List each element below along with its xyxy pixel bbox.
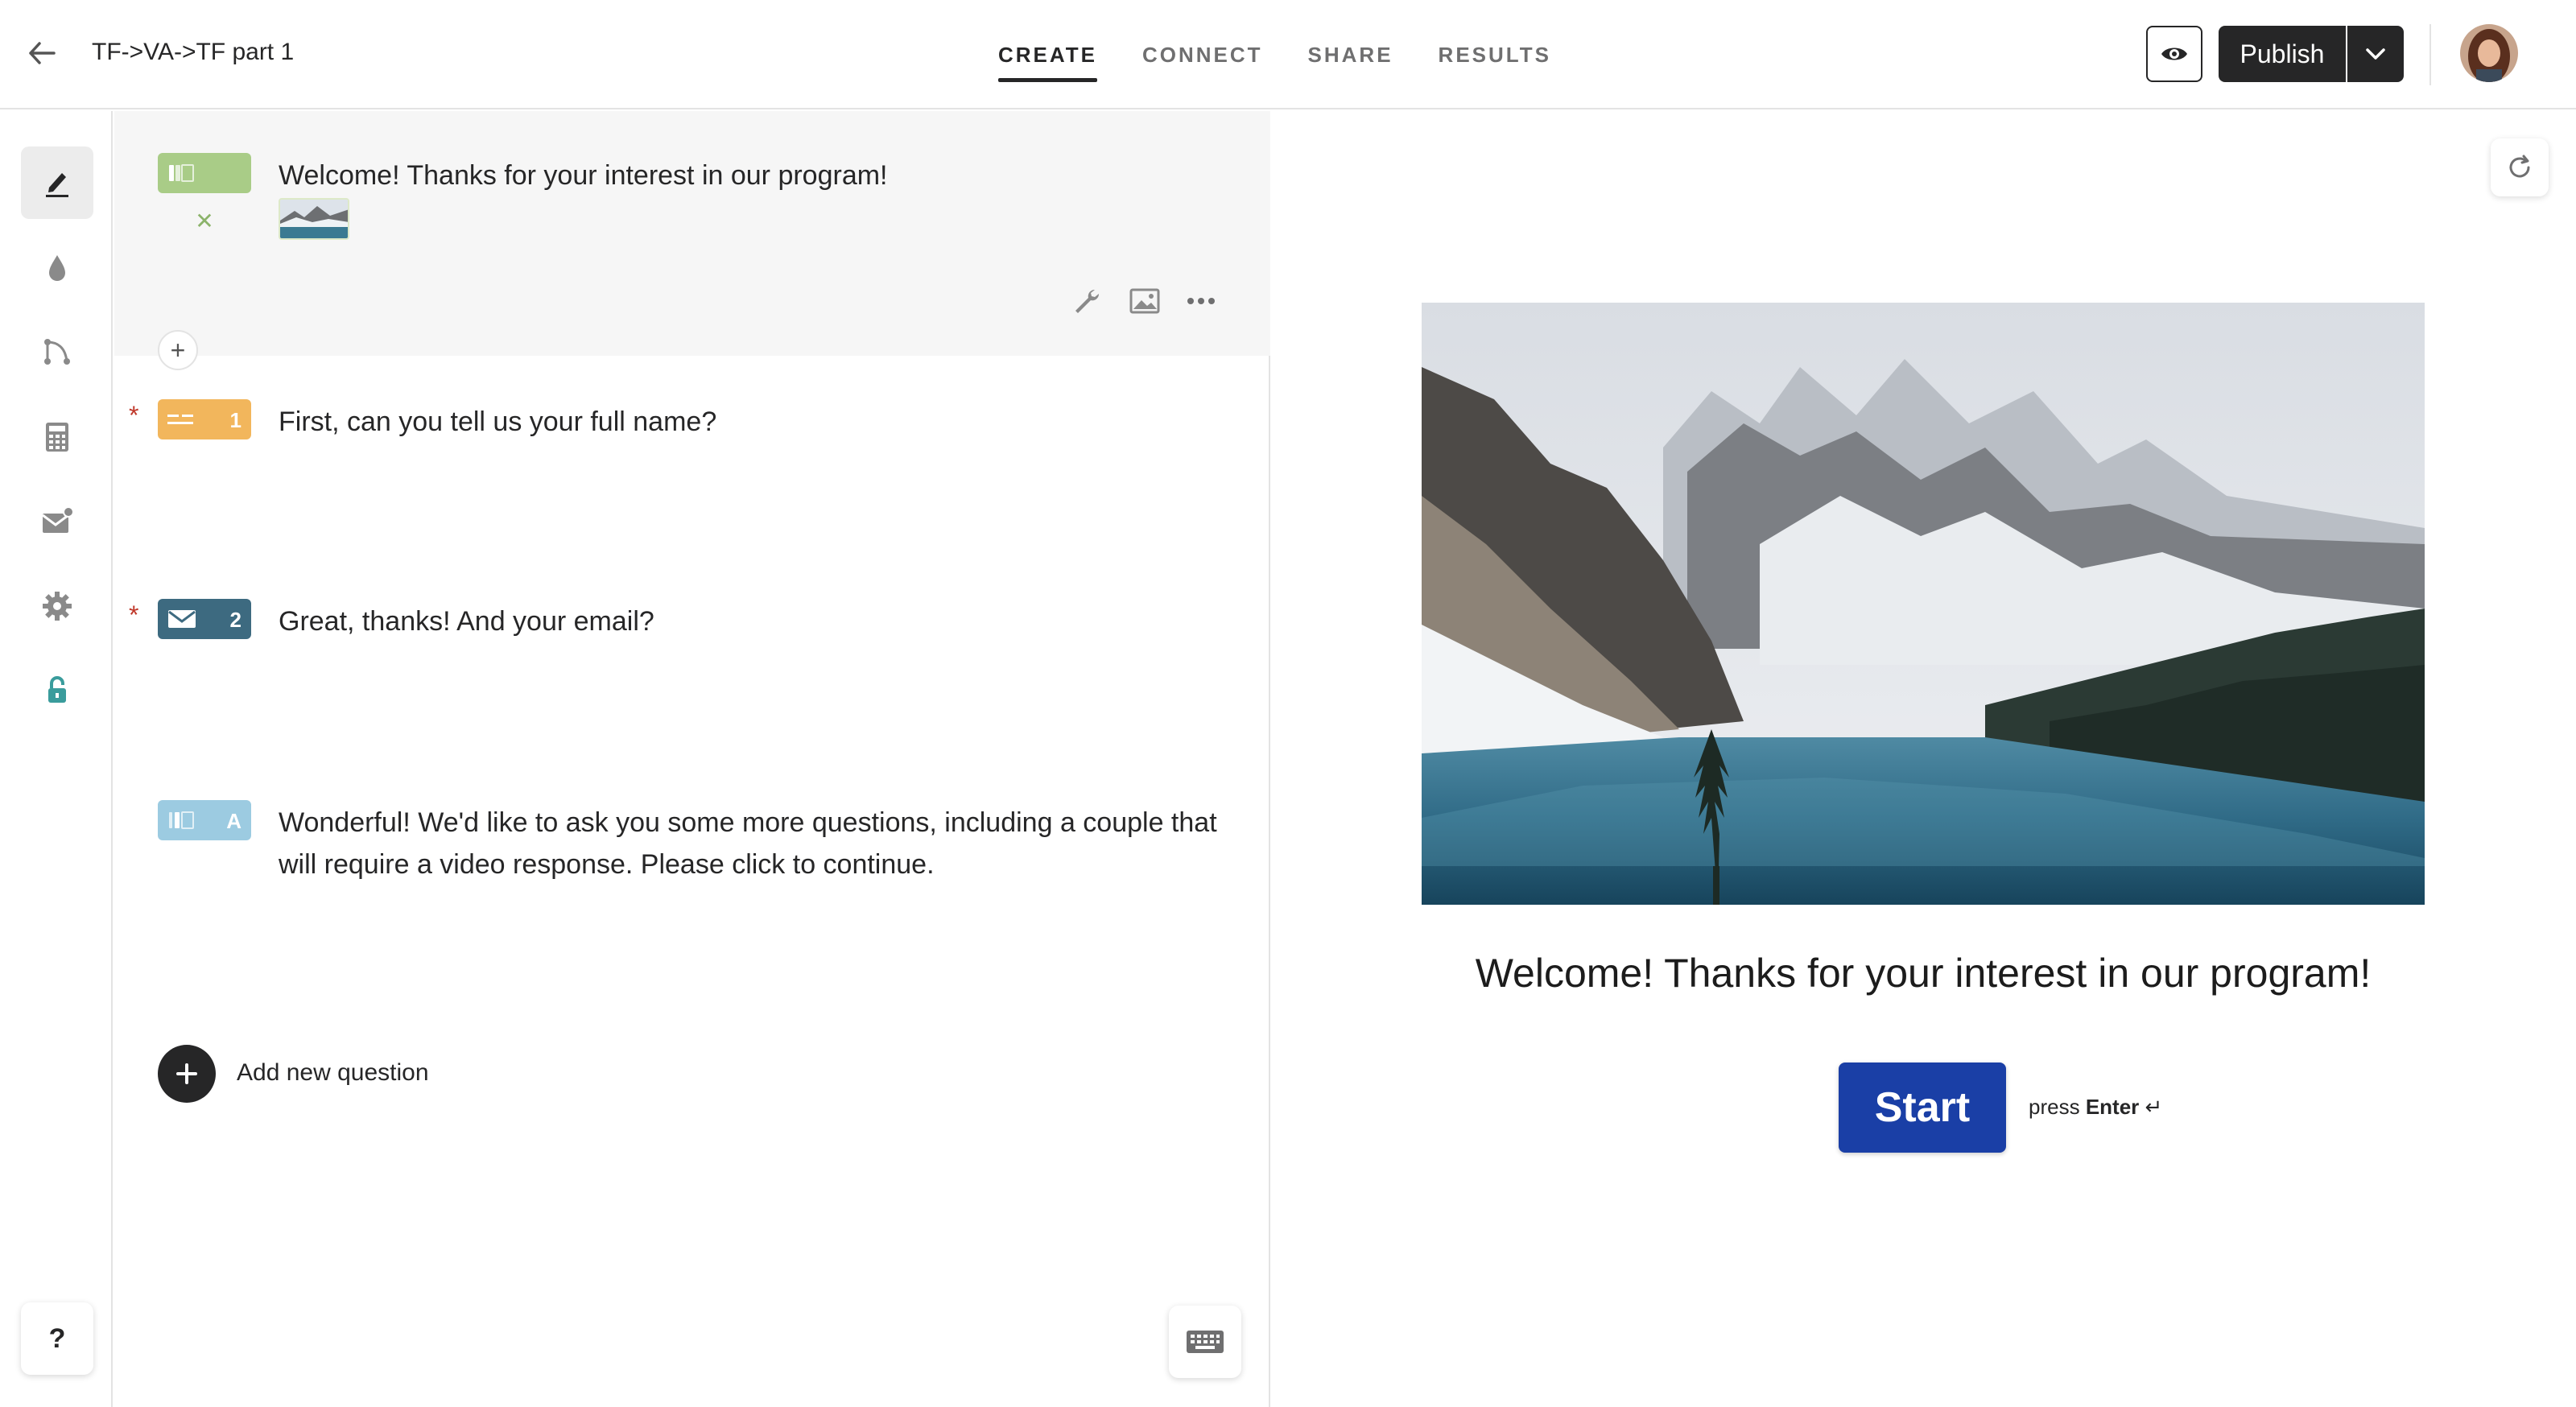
press-enter-hint: press Enter ↵ <box>2029 1095 2162 1120</box>
gear-icon <box>43 592 72 621</box>
top-bar: TF->VA->TF part 1 CREATE CONNECT SHARE R… <box>0 0 2576 109</box>
required-mark: * <box>129 600 139 629</box>
logic-branch-icon <box>44 339 70 365</box>
droplet-icon <box>49 255 65 281</box>
mail-icon <box>168 610 196 628</box>
user-avatar[interactable] <box>2460 24 2518 82</box>
chevron-down-icon <box>2366 48 2385 60</box>
sidebar-item-settings[interactable] <box>21 570 93 642</box>
back-arrow-icon[interactable] <box>24 35 60 71</box>
question-editor: Welcome! Thanks for your interest in our… <box>114 111 1270 1407</box>
lock-icon <box>48 676 66 703</box>
enter-key-label: Enter <box>2085 1095 2140 1119</box>
keyboard-icon <box>1187 1331 1224 1353</box>
plus-icon <box>176 1063 197 1084</box>
question-badge: 2 <box>158 599 251 639</box>
add-question-label[interactable]: Add new question <box>237 1059 429 1087</box>
question-text[interactable]: Great, thanks! And your email? <box>279 600 654 642</box>
enter-key-icon: ↵ <box>2145 1095 2163 1119</box>
question-number: 2 <box>229 608 242 632</box>
pencil-icon <box>46 173 68 197</box>
calculator-icon <box>46 423 68 452</box>
question-badge: 1 <box>158 399 251 439</box>
sidebar-item-logic[interactable] <box>21 316 93 388</box>
welcome-screen-icon <box>169 164 194 182</box>
help-button[interactable]: ? <box>21 1302 93 1375</box>
sidebar-item-notifications[interactable] <box>21 485 93 557</box>
start-button[interactable]: Start <box>1839 1062 2006 1153</box>
refresh-preview-button[interactable] <box>2491 138 2549 196</box>
question-number: 1 <box>229 408 242 432</box>
question-badge: A <box>158 800 251 840</box>
tab-connect[interactable]: CONNECT <box>1142 0 1263 109</box>
question-number: A <box>226 809 242 833</box>
statement-icon <box>169 811 194 829</box>
welcome-badge <box>158 153 251 193</box>
preview-welcome-title: Welcome! Thanks for your interest in our… <box>1475 951 2372 996</box>
publish-button[interactable]: Publish <box>2219 26 2346 82</box>
sidebar-item-design[interactable] <box>21 232 93 304</box>
press-label: press <box>2029 1095 2080 1119</box>
question-text[interactable]: Wonderful! We'd like to ask you some mor… <box>279 802 1245 885</box>
image-icon[interactable] <box>1122 279 1167 324</box>
short-text-icon <box>167 415 193 424</box>
left-sidebar: ? <box>0 111 113 1407</box>
welcome-image-thumbnail[interactable] <box>279 198 349 240</box>
main-tabs: CREATE CONNECT SHARE RESULTS <box>998 0 1596 109</box>
preview-button[interactable] <box>2146 26 2202 82</box>
welcome-text[interactable]: Welcome! Thanks for your interest in our… <box>279 155 888 196</box>
divider <box>2429 24 2431 85</box>
welcome-screen-block[interactable]: Welcome! Thanks for your interest in our… <box>114 111 1270 356</box>
required-mark: * <box>129 401 139 430</box>
wrench-icon[interactable] <box>1064 279 1109 324</box>
more-options-icon[interactable] <box>1179 279 1224 324</box>
tab-create[interactable]: CREATE <box>998 0 1097 109</box>
form-preview: Welcome! Thanks for your interest in our… <box>1272 111 2576 1407</box>
tab-share[interactable]: SHARE <box>1308 0 1393 109</box>
keyboard-shortcuts-button[interactable] <box>1169 1306 1241 1378</box>
sidebar-item-content[interactable] <box>21 146 93 219</box>
mail-notification-icon <box>42 506 74 533</box>
publish-dropdown-button[interactable] <box>2347 26 2404 82</box>
form-title[interactable]: TF->VA->TF part 1 <box>92 39 294 66</box>
remove-image-icon[interactable]: ✕ <box>190 206 219 235</box>
sidebar-item-access[interactable] <box>21 654 93 726</box>
question-text[interactable]: First, can you tell us your full name? <box>279 401 716 443</box>
insert-question-button[interactable]: + <box>158 330 198 370</box>
refresh-icon <box>2509 155 2530 178</box>
eye-icon <box>2161 47 2187 60</box>
add-question-button[interactable] <box>158 1045 216 1103</box>
sidebar-item-calculator[interactable] <box>21 401 93 473</box>
tab-results[interactable]: RESULTS <box>1439 0 1551 109</box>
welcome-image <box>1422 303 2425 905</box>
